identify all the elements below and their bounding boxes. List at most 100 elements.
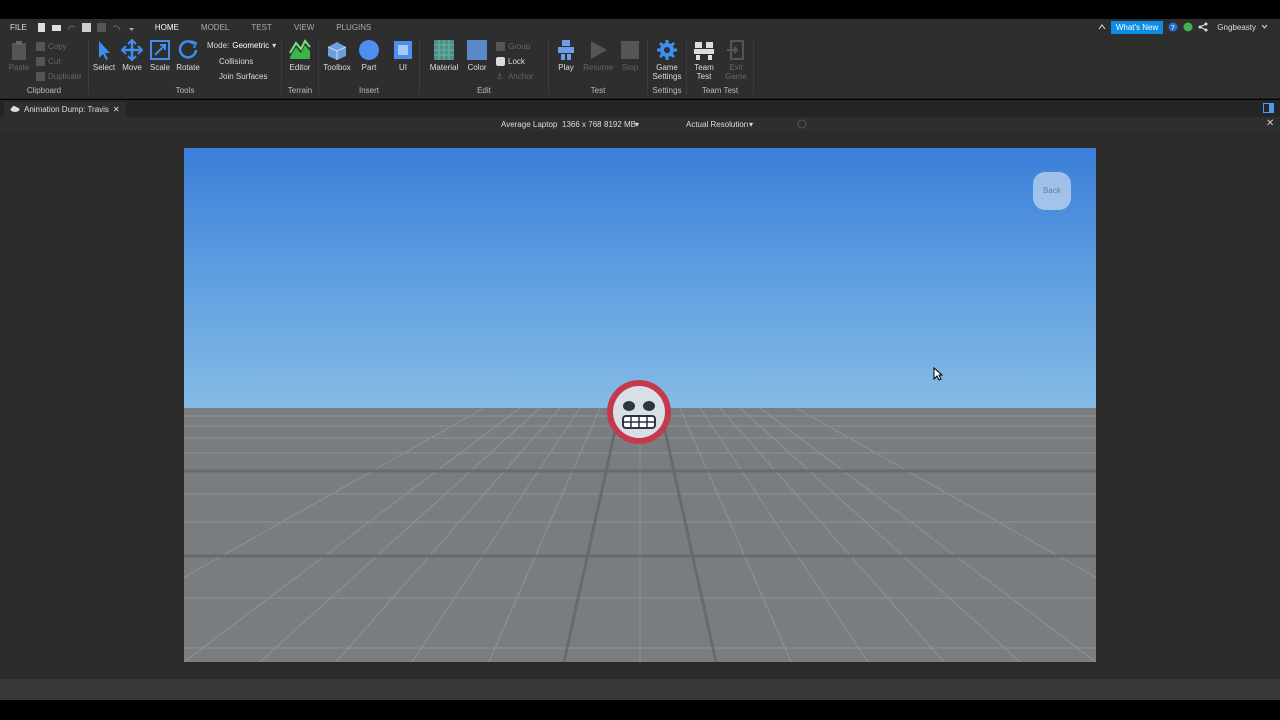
tab-home[interactable]: HOME	[143, 19, 190, 36]
toolbox-button[interactable]: Toolbox	[322, 39, 352, 72]
close-emulation-icon[interactable]: ✕	[1266, 118, 1274, 129]
mode-value: Geometric	[232, 41, 270, 50]
bottom-band	[0, 700, 1280, 720]
chevron-down-icon[interactable]	[1261, 23, 1268, 32]
user-name[interactable]: Gngbeasty	[1217, 23, 1256, 32]
tab-test[interactable]: TEST	[240, 19, 282, 36]
scale-button[interactable]: Scale	[145, 39, 175, 72]
color-button[interactable]: Color	[462, 39, 492, 72]
exit-game-button[interactable]: Exit Game	[721, 39, 751, 81]
resolution-mode-selector[interactable]: Actual Resolution	[686, 120, 748, 129]
team-test-button[interactable]: Team Test	[689, 39, 719, 81]
game-settings-button[interactable]: Game Settings	[651, 39, 683, 81]
tools-label: Tools	[175, 86, 195, 95]
settings-label: Settings	[652, 86, 682, 95]
clipboard-label: Clipboard	[26, 86, 62, 95]
status-online-icon[interactable]	[1183, 22, 1193, 34]
memory-value: 8192 MB	[604, 120, 637, 129]
copy-icon	[36, 42, 45, 51]
share-icon[interactable]	[1198, 22, 1208, 34]
exit-door-icon	[725, 39, 747, 61]
device-selector[interactable]: Average Laptop	[501, 120, 557, 129]
material-button[interactable]: Material	[429, 39, 459, 72]
resume-button[interactable]: Resume	[583, 39, 613, 72]
checkbox-icon	[207, 57, 216, 66]
redo-icon[interactable]	[67, 23, 76, 32]
tab-model[interactable]: MODEL	[190, 19, 240, 36]
part-button[interactable]: Part	[354, 39, 384, 72]
edit-label: Edit	[477, 86, 491, 95]
lock-button[interactable]: Lock	[496, 57, 525, 66]
device-emulation-bar: Average Laptop 1366 x 768 8192 MB ▾ Actu…	[0, 117, 1280, 131]
back-button[interactable]: Back	[1033, 172, 1071, 210]
team-test-label: Team Test	[701, 86, 739, 95]
terrain-editor-button[interactable]: Editor	[285, 39, 315, 72]
customize-icon[interactable]	[127, 23, 136, 32]
scale-icon	[149, 39, 171, 61]
select-cursor-icon	[93, 39, 115, 61]
menu-bar: FILE HOME MODEL TEST VIEW PLUGINS What's…	[0, 19, 1280, 36]
test-label: Test	[590, 86, 606, 95]
play-button[interactable]: Play	[551, 39, 581, 72]
open-file-icon[interactable]	[51, 23, 61, 32]
help-icon[interactable]: ?	[1168, 22, 1178, 34]
whats-new-button[interactable]: What's New	[1110, 21, 1164, 34]
svg-text:?: ?	[1171, 24, 1175, 32]
mode-selector[interactable]: Mode: Geometric ▾	[207, 41, 276, 50]
toolbox-icon	[326, 39, 348, 61]
undo-icon[interactable]	[112, 23, 121, 32]
game-viewport[interactable]: Back	[184, 148, 1096, 662]
insert-group: Toolbox Part UI Insert	[319, 36, 419, 99]
ui-button[interactable]: UI	[388, 39, 418, 72]
gear-icon	[656, 39, 678, 61]
status-bar	[0, 679, 1280, 700]
dropdown-arrow-icon: ▾	[272, 41, 277, 50]
cloud-icon	[10, 105, 20, 114]
stop-icon	[619, 39, 641, 61]
publish-icon[interactable]	[81, 23, 91, 32]
document-tab[interactable]: Animation Dump: Travis ✕	[4, 102, 126, 117]
test-group: Play Resume Stop Test	[549, 36, 647, 99]
group-button[interactable]: Group	[496, 42, 530, 51]
collapse-ribbon-icon[interactable]	[1098, 23, 1106, 33]
loading-spinner-icon	[797, 119, 807, 131]
save-icon[interactable]	[96, 23, 106, 32]
duplicate-button[interactable]: Duplicate	[36, 72, 81, 81]
divider	[753, 40, 754, 95]
anchor-button[interactable]: ⚓ Anchor	[496, 72, 533, 81]
panel-toggle-icon[interactable]	[1263, 103, 1274, 115]
group-icon	[496, 42, 505, 51]
tab-view[interactable]: VIEW	[283, 19, 325, 36]
join-surfaces-toggle[interactable]: Join Surfaces	[207, 72, 267, 81]
rotate-icon	[177, 39, 199, 61]
copy-button[interactable]: Copy	[36, 42, 67, 51]
terrain-group: Editor Terrain	[282, 36, 318, 99]
terrain-icon	[289, 39, 311, 61]
ribbon: Paste Copy Cut Duplicate Clipboard Selec…	[0, 36, 1280, 99]
collisions-toggle[interactable]: Collisions	[207, 57, 253, 66]
rotate-button[interactable]: Rotate	[173, 39, 203, 72]
move-button[interactable]: Move	[117, 38, 147, 72]
cut-button[interactable]: Cut	[36, 57, 60, 66]
team-test-group: Team Test Exit Game Team Test	[687, 36, 753, 99]
chevron-down-icon[interactable]: ▾	[635, 120, 639, 129]
close-icon[interactable]: ✕	[113, 105, 120, 114]
move-arrows-icon	[120, 38, 144, 62]
clipboard-group: Paste Copy Cut Duplicate Clipboard	[0, 36, 88, 99]
duplicate-icon	[36, 72, 45, 81]
stop-button[interactable]: Stop	[615, 39, 645, 72]
paste-button[interactable]: Paste	[4, 39, 34, 72]
lock-icon	[496, 57, 505, 66]
new-file-icon[interactable]	[37, 23, 46, 32]
document-tab-title: Animation Dump: Travis	[24, 105, 109, 114]
tab-plugins[interactable]: PLUGINS	[325, 19, 382, 36]
file-menu[interactable]: FILE	[0, 23, 37, 32]
chevron-down-icon[interactable]: ▾	[749, 120, 753, 129]
select-button[interactable]: Select	[89, 39, 119, 72]
quick-access-toolbar	[37, 23, 136, 32]
tools-group: Select Move Scale Rotate Mode: Geometric…	[89, 36, 281, 99]
color-swatch-icon	[466, 39, 488, 61]
baseplate-ground	[184, 408, 1096, 662]
document-tab-bar: Animation Dump: Travis ✕	[0, 100, 1280, 117]
terrain-label: Terrain	[287, 86, 313, 95]
